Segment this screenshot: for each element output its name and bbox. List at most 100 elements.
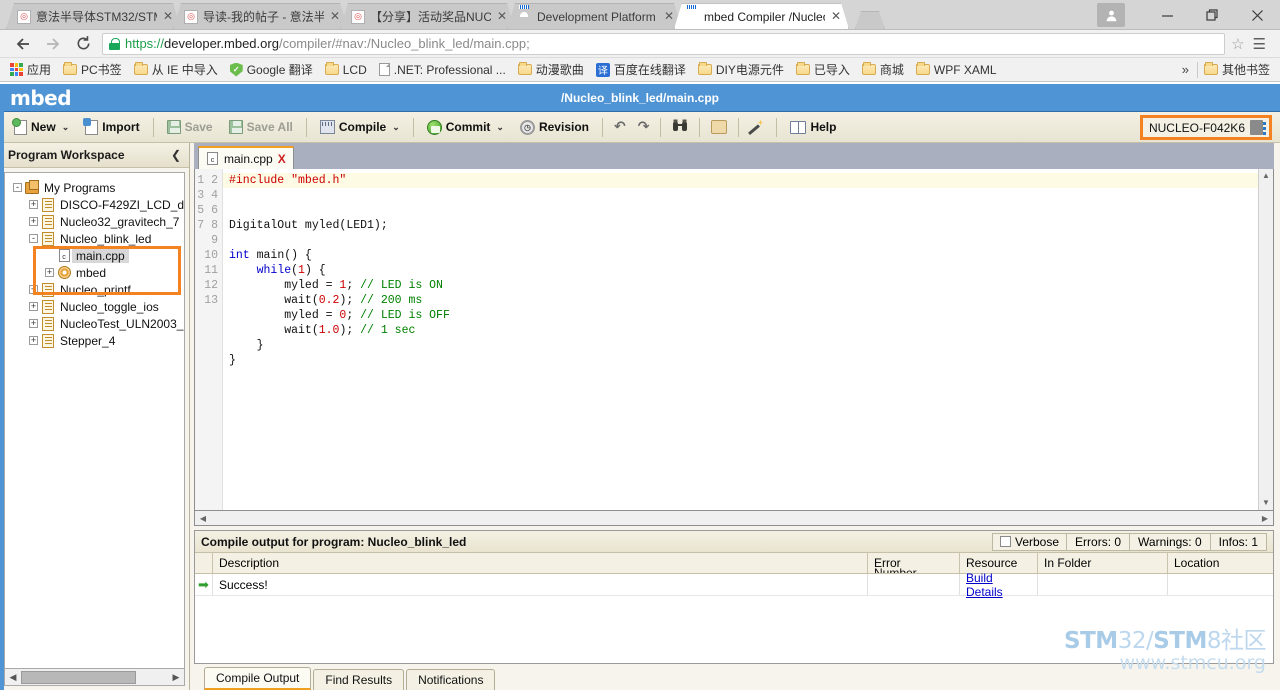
errors-counter[interactable]: Errors: 0: [1067, 532, 1131, 551]
bookmark-mall[interactable]: 商城: [856, 59, 910, 80]
tree-item-my-programs[interactable]: - My Programs: [11, 179, 184, 196]
column-resource[interactable]: Resource: [960, 553, 1038, 573]
close-icon[interactable]: X: [278, 152, 286, 166]
scroll-right-icon[interactable]: ▶: [170, 672, 182, 683]
tree-item-nucleo-printf[interactable]: + Nucleo_printf: [11, 281, 184, 298]
forward-button[interactable]: [38, 32, 68, 56]
infos-counter[interactable]: Infos: 1: [1210, 532, 1267, 551]
bookmark-google-translate[interactable]: ✓ Google 翻译: [224, 59, 319, 80]
scrollbar-thumb[interactable]: [21, 670, 136, 684]
editor-body[interactable]: 1 2 3 4 5 6 7 8 9 10 11 12 13 #include "…: [194, 169, 1274, 511]
address-bar[interactable]: https://developer.mbed.org/compiler/#nav…: [102, 32, 1226, 55]
chevron-down-icon[interactable]: ⌄: [390, 122, 400, 133]
tree-toggle-icon[interactable]: +: [43, 268, 56, 277]
bookmark-wpf-xaml[interactable]: WPF XAML: [910, 61, 1003, 79]
bookmark-diy-power[interactable]: DIY电源元件: [692, 59, 790, 80]
column-in-folder[interactable]: In Folder: [1038, 553, 1168, 573]
tree-toggle-icon[interactable]: -: [11, 183, 24, 192]
close-icon[interactable]: ✕: [329, 11, 341, 23]
scrollbar-track[interactable]: [19, 670, 170, 684]
tree-item-main-cpp[interactable]: c main.cpp: [11, 247, 184, 264]
chevron-down-icon[interactable]: ⌄: [494, 122, 504, 133]
help-button[interactable]: Help: [782, 116, 844, 138]
editor-code[interactable]: #include "mbed.h" DigitalOut myled(LED1)…: [223, 169, 1273, 510]
program-tree[interactable]: - My Programs + DISCO-F429ZI_LCD_d + Nuc…: [4, 172, 185, 669]
bookmark-lcd[interactable]: LCD: [319, 61, 373, 79]
tree-item-disco-f429zi[interactable]: + DISCO-F429ZI_LCD_d: [11, 196, 184, 213]
bookmark-anime-songs[interactable]: 动漫歌曲: [512, 59, 590, 80]
revision-button[interactable]: ◷ Revision: [512, 116, 597, 139]
verbose-toggle[interactable]: Verbose: [991, 532, 1068, 551]
reload-button[interactable]: [68, 32, 98, 56]
tree-item-mbed-library[interactable]: + mbed: [11, 264, 184, 281]
tab-notifications[interactable]: Notifications: [406, 669, 496, 690]
close-icon[interactable]: ✕: [162, 11, 174, 23]
tree-toggle-icon[interactable]: -: [27, 234, 40, 243]
tree-toggle-icon[interactable]: +: [27, 302, 40, 311]
save-all-button[interactable]: Save All: [221, 116, 301, 138]
commit-button[interactable]: Commit ⌄: [419, 116, 512, 139]
new-tab-button[interactable]: [855, 11, 885, 29]
tree-item-nucleo32-gravitech[interactable]: + Nucleo32_gravitech_7: [11, 213, 184, 230]
import-button[interactable]: Import: [77, 116, 147, 139]
tree-toggle-icon[interactable]: +: [27, 336, 40, 345]
bookmark-other[interactable]: 其他书签: [1198, 59, 1276, 80]
save-button[interactable]: Save: [159, 116, 221, 138]
tab-compile-output[interactable]: Compile Output: [204, 667, 312, 690]
close-window-button[interactable]: [1235, 1, 1280, 30]
column-error-number[interactable]: Error Number: [868, 553, 960, 573]
browser-tab-4[interactable]: Development Platform f ✕: [507, 3, 682, 29]
bookmark-ie-import[interactable]: 从 IE 中导入: [128, 59, 224, 80]
tab-find-results[interactable]: Find Results: [313, 669, 405, 690]
warnings-counter[interactable]: Warnings: 0: [1130, 532, 1211, 551]
compile-button[interactable]: Compile ⌄: [312, 116, 408, 138]
bookmark-dotnet[interactable]: .NET: Professional ...: [373, 61, 512, 79]
scroll-up-icon[interactable]: ▲: [1259, 169, 1273, 183]
editor-horizontal-scrollbar[interactable]: ◀ ▶: [194, 511, 1274, 526]
bookmark-imported[interactable]: 已导入: [790, 59, 856, 80]
tree-item-nucleo-toggle-ios[interactable]: + Nucleo_toggle_ios: [11, 298, 184, 315]
scroll-down-icon[interactable]: ▼: [1259, 496, 1273, 510]
bookmark-baidu-translate[interactable]: 译 百度在线翻译: [590, 59, 692, 80]
chevron-left-icon[interactable]: ❮: [171, 148, 181, 162]
scroll-left-icon[interactable]: ◀: [197, 514, 209, 523]
format-button[interactable]: [705, 116, 733, 138]
browser-tab-1[interactable]: ◎ 意法半导体STM32/STM8 ✕: [6, 3, 181, 29]
scroll-left-icon[interactable]: ◀: [7, 672, 19, 683]
scroll-right-icon[interactable]: ▶: [1259, 514, 1271, 523]
browser-tab-2[interactable]: ◎ 导读-我的帖子 - 意法半导 ✕: [173, 3, 348, 29]
browser-tab-3[interactable]: ◎ 【分享】活动奖品NUCLE ✕: [340, 3, 515, 29]
undo-button[interactable]: ↶: [608, 115, 632, 139]
column-status[interactable]: [195, 553, 213, 573]
tree-item-nucleo-blink-led[interactable]: - Nucleo_blink_led: [11, 230, 184, 247]
tree-toggle-icon[interactable]: +: [27, 319, 40, 328]
tree-item-stepper-4[interactable]: + Stepper_4: [11, 332, 184, 349]
column-description[interactable]: Description: [213, 553, 868, 573]
tree-toggle-icon[interactable]: +: [27, 217, 40, 226]
browser-tab-5[interactable]: mbed Compiler /Nucleo ✕: [674, 3, 849, 29]
bookmark-apps[interactable]: 应用: [4, 59, 57, 80]
bookmark-pc-favorites[interactable]: PC书签: [57, 59, 128, 80]
editor-tab-main-cpp[interactable]: c main.cpp X: [198, 146, 294, 169]
user-avatar-icon[interactable]: [1097, 3, 1125, 27]
back-button[interactable]: [8, 32, 38, 56]
maximize-button[interactable]: [1190, 1, 1235, 30]
close-icon[interactable]: ✕: [663, 11, 675, 23]
verbose-checkbox[interactable]: [999, 536, 1011, 547]
redo-button[interactable]: ↷: [632, 115, 656, 139]
table-row[interactable]: ➡ Success! Build Details: [195, 571, 1273, 599]
minimize-button[interactable]: [1145, 1, 1190, 30]
wand-button[interactable]: [744, 116, 771, 139]
bookmark-star-icon[interactable]: ☆: [1231, 35, 1244, 53]
chevron-down-icon[interactable]: ⌄: [60, 122, 70, 133]
editor-vertical-scrollbar[interactable]: ▲ ▼: [1258, 169, 1273, 510]
new-button[interactable]: New ⌄: [6, 116, 77, 139]
target-selector[interactable]: NUCLEO-F042K6: [1139, 115, 1272, 140]
tree-toggle-icon[interactable]: +: [27, 200, 40, 209]
row-resource[interactable]: Build Details: [960, 571, 1038, 599]
browser-menu-icon[interactable]: ☰: [1247, 35, 1272, 53]
column-location[interactable]: Location: [1168, 553, 1273, 573]
find-button[interactable]: [666, 115, 694, 140]
close-icon[interactable]: ✕: [830, 11, 842, 23]
close-icon[interactable]: ✕: [496, 11, 508, 23]
